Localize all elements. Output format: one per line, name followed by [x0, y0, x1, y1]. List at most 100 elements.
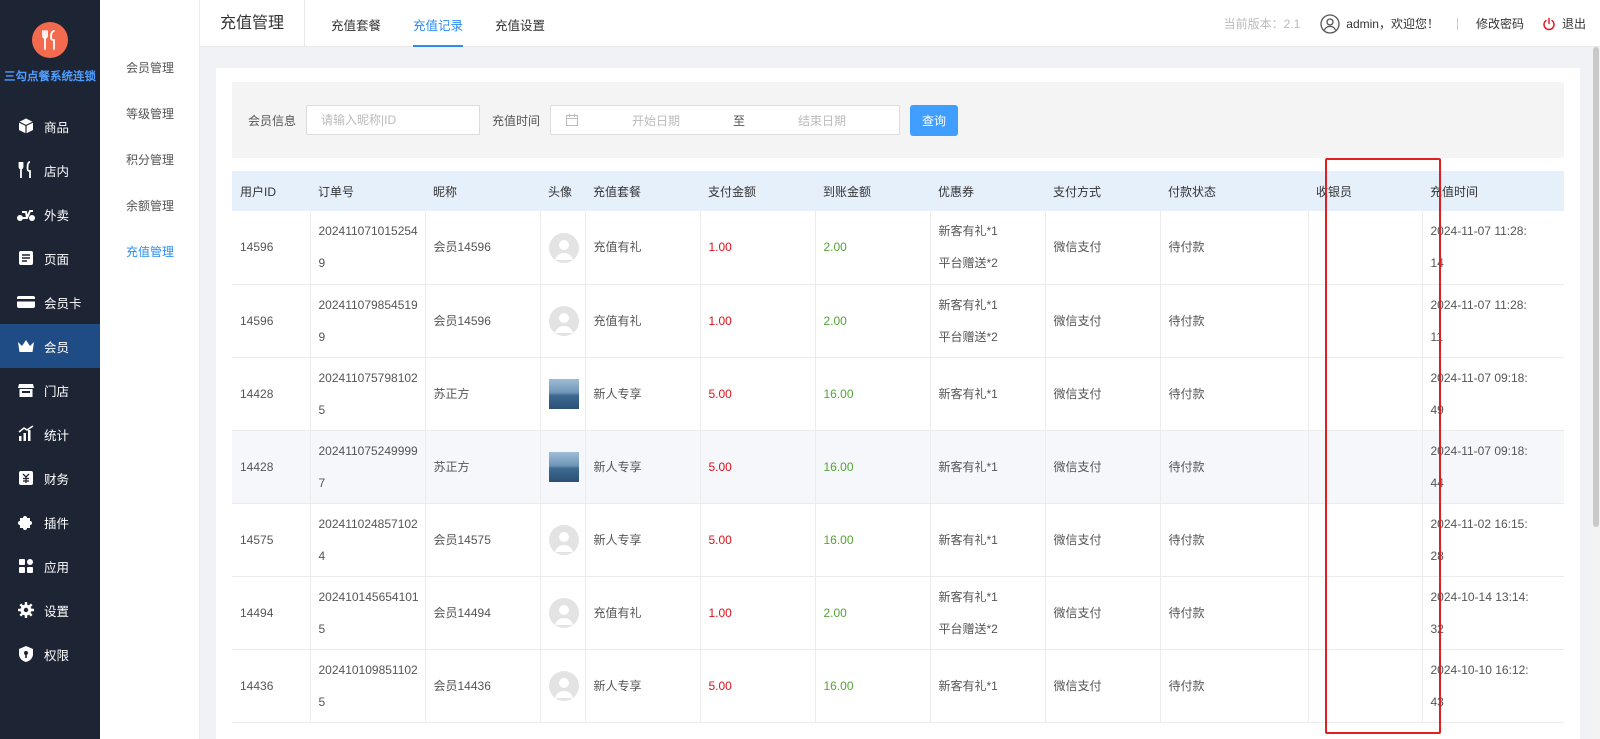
query-button[interactable]: 查询: [910, 104, 959, 136]
calendar-icon: [566, 114, 579, 126]
cell-user-id: 14494: [232, 576, 311, 650]
order-no-line-1: 202410109851102: [318, 662, 418, 677]
page-scrollbar[interactable]: [1592, 47, 1600, 739]
start-date-input[interactable]: 开始日期: [579, 112, 733, 129]
subnav-item-4[interactable]: 充值管理: [100, 229, 199, 275]
tab-1[interactable]: 充值记录: [407, 0, 469, 47]
tab-2[interactable]: 充值设置: [489, 0, 551, 47]
cell-pay-amount: 1.00: [700, 576, 816, 650]
coupon-line-1: 新客有礼*1: [938, 297, 998, 312]
sidebar-item-0[interactable]: 商品: [0, 104, 100, 148]
cell-nickname: 会员14494: [425, 576, 541, 650]
cell-nickname: 会员14575: [425, 503, 541, 577]
table-row[interactable]: 14494 202410145654101 5 会员14494 充值有礼 1.00 2.00…: [232, 576, 1564, 650]
tab-bar: 充值套餐 充值记录 充值设置: [305, 0, 551, 47]
scooter-icon: [16, 204, 36, 224]
table-header-row: 用户ID 订单号 昵称 头像 充值套餐 支付金额 到账金额 优惠券 支付方式 付款状态 收银员 充值时…: [232, 171, 1564, 211]
coupon-line-1: 新客有礼*1: [938, 589, 998, 604]
cell-order-no: 202410109851102 5: [310, 649, 426, 723]
sidebar-item-label: 门店: [44, 384, 70, 399]
sidebar-item-10[interactable]: 应用: [0, 544, 100, 588]
time-line-2: 11: [1430, 329, 1443, 344]
sidebar-item-3[interactable]: 页面: [0, 236, 100, 280]
end-date-input[interactable]: 结束日期: [745, 112, 899, 129]
fork-knife-icon: [16, 160, 36, 180]
sidebar-item-2[interactable]: 外卖: [0, 192, 100, 236]
cell-plan: 充值有礼: [585, 211, 701, 285]
cell-pay-amount: 1.00: [700, 211, 816, 285]
table-row[interactable]: 14436 202410109851102 5 会员14436 新人专享 5.00 16.0…: [232, 649, 1564, 723]
cell-recharge-time: 2024-10-14 13:14: 32: [1422, 576, 1564, 650]
user-avatar-icon: [1320, 13, 1340, 34]
column-header: 支付方式: [1045, 171, 1160, 211]
column-header: 收银员: [1308, 171, 1422, 211]
order-no-line-2: 7: [318, 475, 326, 490]
order-no-line-2: 5: [318, 694, 326, 709]
change-password-link[interactable]: 修改密码: [1476, 15, 1524, 32]
order-no-line-2: 5: [318, 621, 326, 636]
logout-button[interactable]: 退出: [1542, 15, 1586, 32]
main-sidebar: 三勾点餐系统连锁 商品 店内 外卖 页面 会员卡 会员 门店 统计 财务 插件 应用 设置 权限: [0, 0, 100, 739]
cell-avatar: [540, 576, 586, 650]
cell-pay-status: 待付款: [1160, 430, 1309, 504]
table-row[interactable]: 14575 202411024857102 4 会员14575 新人专享 5.00 16.0…: [232, 503, 1564, 577]
cell-avatar: [540, 430, 586, 504]
tab-0[interactable]: 充值套餐: [325, 0, 387, 47]
cell-pay-amount: 5.00: [700, 503, 816, 577]
table-row[interactable]: 14596 202411071015254 9 会员14596 充值有礼 1.00 2.00…: [232, 211, 1564, 285]
scrollbar-thumb[interactable]: [1593, 47, 1599, 527]
order-no-line-1: 202411075249999: [318, 443, 418, 458]
cell-pay-amount: 5.00: [700, 430, 816, 504]
sidebar-item-6[interactable]: 门店: [0, 368, 100, 412]
cell-cashier: [1308, 649, 1423, 723]
cell-user-id: 14575: [232, 503, 311, 577]
subnav-item-0[interactable]: 会员管理: [100, 45, 199, 91]
column-header: 订单号: [310, 171, 425, 211]
table-row[interactable]: 14428 202411075798102 5 苏正方 新人专享 5.00 16.00 新客有…: [232, 357, 1564, 431]
sidebar-item-8[interactable]: 财务: [0, 456, 100, 500]
cell-order-no: 202411024857102 4: [310, 503, 426, 577]
order-no-line-1: 202410145654101: [318, 589, 419, 604]
member-search-input[interactable]: [306, 105, 481, 135]
cell-avatar: [540, 503, 586, 577]
cell-avatar: [540, 284, 586, 358]
sidebar-item-11[interactable]: 设置: [0, 588, 100, 632]
sidebar-item-5[interactable]: 会员: [0, 324, 100, 368]
cell-arrive-amount: 2.00: [815, 284, 931, 358]
column-header: 支付金额: [700, 171, 815, 211]
sidebar-item-12[interactable]: 权限: [0, 632, 100, 676]
order-no-line-2: 4: [318, 548, 326, 563]
sidebar-item-9[interactable]: 插件: [0, 500, 100, 544]
sidebar-item-label: 外卖: [44, 208, 70, 223]
order-no-line-2: 9: [318, 329, 326, 344]
table-row[interactable]: 14596 202411079854519 9 会员14596 充值有礼 1.00 2.00…: [232, 284, 1564, 358]
avatar: [548, 306, 579, 337]
table-row[interactable]: 14428 202411075249999 7 苏正方 新人专享 5.00 16.00 新客有…: [232, 430, 1564, 504]
cell-pay-status: 待付款: [1160, 503, 1309, 577]
cell-pay-status: 待付款: [1160, 576, 1309, 650]
box-icon: [16, 116, 36, 136]
subnav-item-1[interactable]: 等级管理: [100, 91, 199, 137]
subnav-item-3[interactable]: 余额管理: [100, 183, 199, 229]
date-range-picker[interactable]: 开始日期 至 结束日期: [550, 105, 901, 135]
chart-icon: [16, 424, 36, 444]
avatar: [548, 598, 579, 629]
time-line-1: 2024-11-07 09:18:: [1430, 443, 1528, 458]
cell-avatar: [540, 649, 586, 723]
sidebar-item-label: 财务: [44, 472, 70, 487]
user-info[interactable]: admin，欢迎您！: [1320, 13, 1439, 34]
cell-plan: 充值有礼: [585, 284, 701, 358]
sidebar-item-7[interactable]: 统计: [0, 412, 100, 456]
default-avatar-icon: [554, 605, 573, 626]
sidebar-item-label: 统计: [44, 428, 70, 443]
sidebar-item-4[interactable]: 会员卡: [0, 280, 100, 324]
cell-order-no: 202411075249999 7: [310, 430, 426, 504]
avatar: [548, 671, 579, 702]
order-no-line-1: 202411024857102: [318, 516, 418, 531]
filter-bar: 会员信息 充值时间 开始日期 至 结束日期 查询: [232, 82, 1564, 158]
cell-pay-method: 微信支付: [1045, 503, 1161, 577]
time-line-2: 14: [1430, 256, 1444, 271]
subnav-list: 会员管理 等级管理 积分管理 余额管理 充值管理: [100, 45, 199, 275]
sidebar-item-1[interactable]: 店内: [0, 148, 100, 192]
subnav-item-2[interactable]: 积分管理: [100, 137, 199, 183]
